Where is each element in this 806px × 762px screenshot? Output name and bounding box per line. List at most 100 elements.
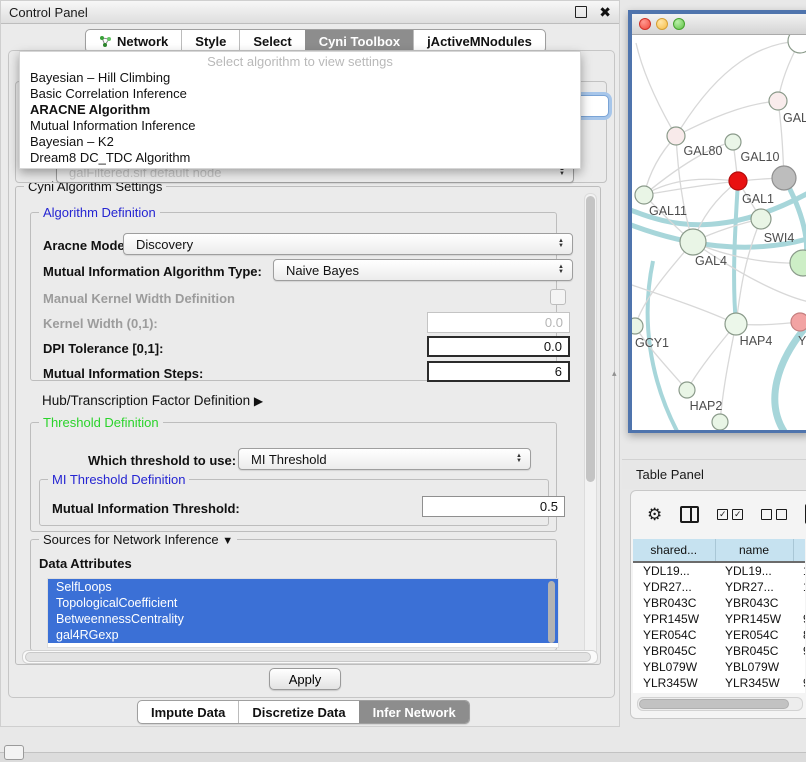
tab-style[interactable]: Style: [181, 30, 239, 52]
network-edge[interactable]: [784, 178, 806, 262]
algorithm-option-bayesian-k2[interactable]: Bayesian – K2: [20, 134, 580, 150]
network-node-hap2[interactable]: [679, 382, 695, 398]
select-all-columns-icon[interactable]: ✓✓: [717, 509, 743, 520]
attribute-item-selfloops[interactable]: SelfLoops: [48, 579, 558, 595]
table-row[interactable]: YBR045CYBR045C9.: [633, 643, 805, 659]
close-traffic-light-icon[interactable]: [639, 18, 651, 30]
attribute-item-topologicalcoefficient[interactable]: TopologicalCoefficient: [48, 595, 558, 611]
table-cell: YLR345W: [633, 675, 715, 691]
network-node-label: GAL1: [742, 192, 774, 206]
gear-icon[interactable]: ⚙: [647, 506, 662, 523]
table-row[interactable]: YIL052CYIL052C9: [633, 691, 805, 693]
hub-section-toggle[interactable]: Hub/Transcription Factor Definition ▶: [42, 393, 263, 408]
mi-threshold-field[interactable]: 0.5: [422, 496, 565, 517]
tab-cyni-toolbox[interactable]: Cyni Toolbox: [305, 30, 413, 52]
table-hscrollbar[interactable]: [637, 697, 803, 711]
network-node-gal10[interactable]: [725, 134, 741, 150]
dpi-tolerance-field[interactable]: 0.0: [427, 336, 570, 357]
aracne-mode-select[interactable]: Discovery ▲▼: [123, 233, 573, 255]
status-bar: [0, 752, 806, 762]
table-cell: [793, 595, 805, 611]
apply-button[interactable]: Apply: [269, 668, 341, 690]
network-edge[interactable]: [687, 324, 736, 390]
network-node-y[interactable]: [791, 313, 806, 331]
algorithm-option-basic-correlation-inference[interactable]: Basic Correlation Inference: [20, 86, 580, 102]
column-header-shared[interactable]: shared...: [633, 539, 715, 562]
network-node[interactable]: [788, 35, 806, 53]
network-edge[interactable]: [734, 181, 738, 324]
network-edge[interactable]: [676, 41, 800, 136]
manual-kernel-label: Manual Kernel Width Definition: [43, 291, 235, 306]
tab-jactivemnodules[interactable]: jActiveMNodules: [413, 30, 545, 52]
split-columns-icon[interactable]: [680, 506, 699, 523]
network-canvas[interactable]: GALGAL80GAL10GAL1GAL11SWI4GAL4GCY1HAP4YH…: [632, 35, 806, 430]
table-cell: YDL19...: [715, 562, 793, 579]
table-row[interactable]: YER054CYER054C8.: [633, 627, 805, 643]
network-node-label: GCY1: [635, 336, 669, 350]
mi-type-label: Mutual Information Algorithm Type:: [43, 264, 262, 279]
network-node-label: GAL10: [741, 150, 780, 164]
network-node[interactable]: [712, 414, 728, 430]
network-node-hap4[interactable]: [725, 313, 747, 335]
column-header-name[interactable]: name: [715, 539, 793, 562]
network-node-label: GAL11: [649, 204, 687, 218]
attributes-scrollbar[interactable]: [547, 581, 556, 643]
algorithm-option-mutual-information-inference[interactable]: Mutual Information Inference: [20, 118, 580, 134]
tab-infer-network[interactable]: Infer Network: [359, 701, 469, 723]
data-attributes-list[interactable]: SelfLoopsTopologicalCoefficientBetweenne…: [47, 578, 559, 648]
table-cell: 9.: [793, 643, 805, 659]
table-cell: YIL052C: [715, 691, 793, 693]
network-node-swi4[interactable]: [751, 209, 771, 229]
table-cell: YPR145W: [633, 611, 715, 627]
settings-hscrollbar[interactable]: [22, 650, 598, 664]
algorithm-option-bayesian-hill-climbing[interactable]: Bayesian – Hill Climbing: [20, 70, 580, 86]
network-node[interactable]: [772, 166, 796, 190]
tab-impute-data[interactable]: Impute Data: [138, 701, 238, 723]
table-cell: YLR345W: [715, 675, 793, 691]
table-cell: 8.: [793, 627, 805, 643]
network-edge[interactable]: [720, 324, 736, 422]
table-row[interactable]: YBL079WYBL079W: [633, 659, 805, 675]
algorithm-option-dream8-dc-tdc-algorithm[interactable]: Dream8 DC_TDC Algorithm: [20, 150, 580, 166]
kernel-width-field[interactable]: 0.0: [427, 312, 570, 333]
close-icon[interactable]: ✖: [599, 7, 611, 17]
table-row[interactable]: YPR145WYPR145W9.: [633, 611, 805, 627]
settings-scrollbar[interactable]: [584, 193, 597, 661]
mi-algorithm-type-select[interactable]: Naive Bayes ▲▼: [273, 259, 573, 281]
table-row[interactable]: YDL19...YDL19...13: [633, 562, 805, 579]
network-edge[interactable]: [636, 43, 676, 136]
network-node-gal80[interactable]: [667, 127, 685, 145]
table-row[interactable]: YLR345WYLR345W9.: [633, 675, 805, 691]
network-node-gal11[interactable]: [635, 186, 653, 204]
tab-discretize-data[interactable]: Discretize Data: [238, 701, 358, 723]
attribute-item-betweennesscentrality[interactable]: BetweennessCentrality: [48, 611, 558, 627]
network-edge[interactable]: [676, 101, 778, 136]
network-edge[interactable]: [635, 242, 693, 326]
which-threshold-select[interactable]: MI Threshold ▲▼: [238, 448, 531, 470]
algorithm-option-aracne-algorithm[interactable]: ARACNE Algorithm: [20, 102, 580, 118]
sources-toggle[interactable]: Sources for Network Inference ▼: [39, 532, 237, 547]
network-node-gal[interactable]: [769, 92, 787, 110]
deselect-all-columns-icon[interactable]: [761, 509, 787, 520]
table-cell: 9: [793, 691, 805, 693]
network-node-gal1[interactable]: [729, 172, 747, 190]
minimize-traffic-light-icon[interactable]: [656, 18, 668, 30]
network-node-gal4[interactable]: [680, 229, 706, 255]
table-row[interactable]: YDR27...YDR27...12: [633, 579, 805, 595]
network-node[interactable]: [790, 250, 806, 276]
network-node-gcy1[interactable]: [632, 318, 643, 334]
zoom-traffic-light-icon[interactable]: [673, 18, 685, 30]
table-cell: [793, 659, 805, 675]
column-header-a[interactable]: A: [793, 539, 805, 562]
table-row[interactable]: YBR043CYBR043C: [633, 595, 805, 611]
collapsed-panel-icon[interactable]: [4, 745, 24, 760]
network-edge[interactable]: [644, 136, 676, 195]
attribute-item-gal4rgexp[interactable]: gal4RGexp: [48, 627, 558, 643]
tab-network[interactable]: Network: [86, 30, 181, 52]
manual-kernel-checkbox[interactable]: [550, 289, 566, 305]
tab-select[interactable]: Select: [239, 30, 304, 52]
table-cell: YBR043C: [715, 595, 793, 611]
float-window-icon[interactable]: [575, 6, 587, 18]
panel-divider-handle[interactable]: ▴: [612, 368, 617, 379]
mi-steps-field[interactable]: 6: [427, 361, 570, 382]
